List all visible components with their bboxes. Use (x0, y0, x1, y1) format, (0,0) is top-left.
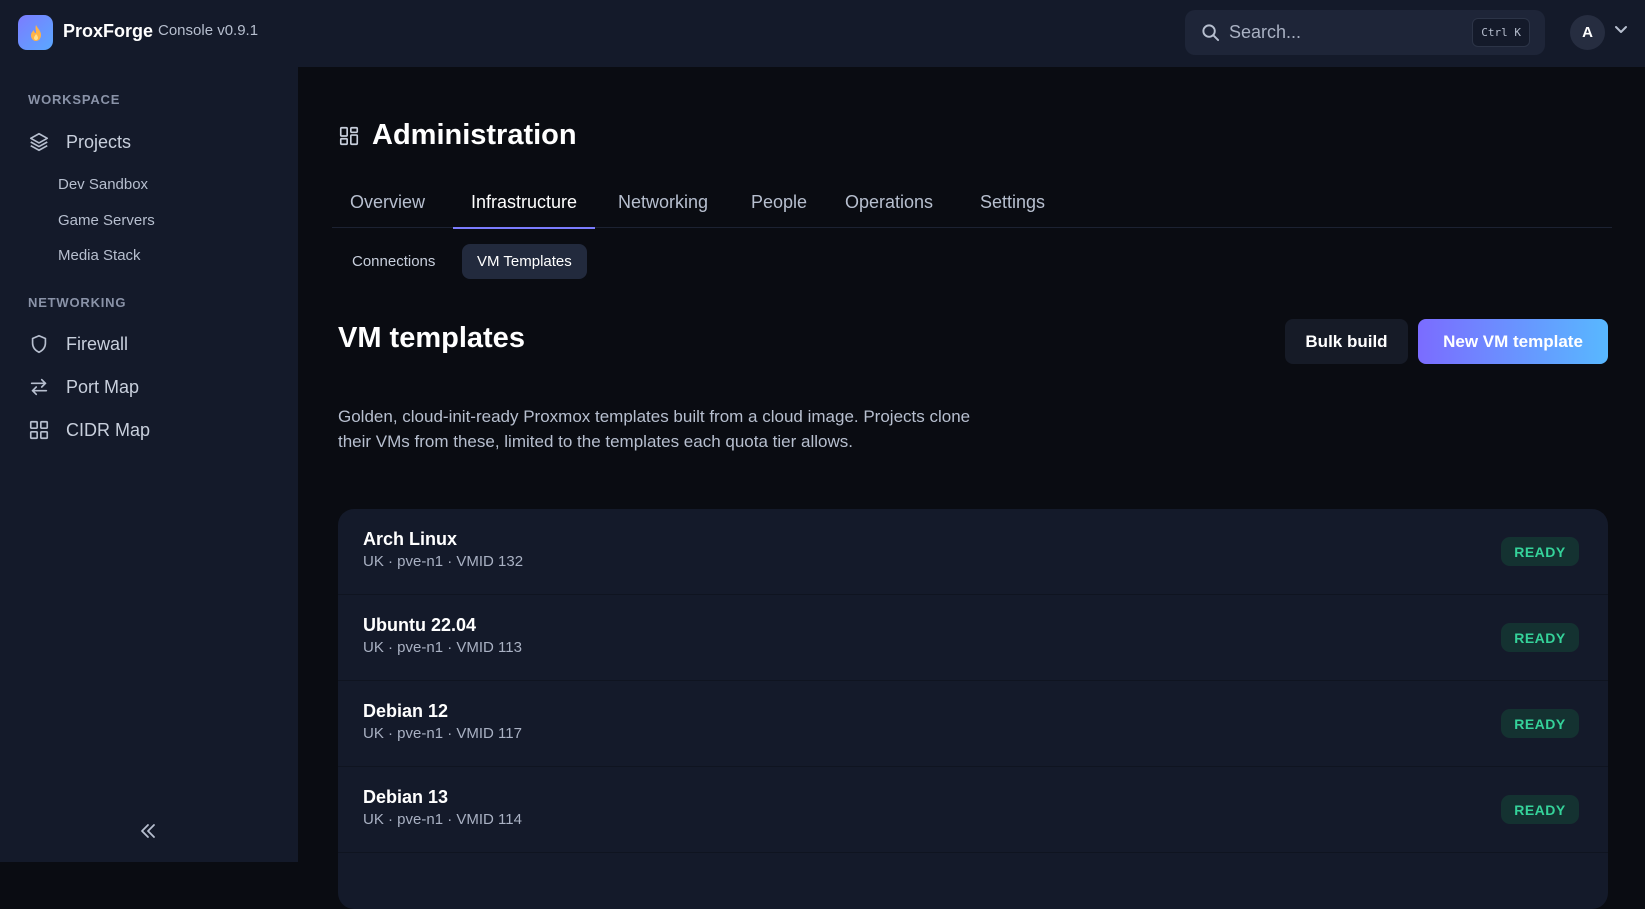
template-list: Arch Linux UK · pve-n1 · VMID 132 READY … (338, 509, 1608, 909)
main-tabs: Overview Infrastructure Networking Peopl… (332, 177, 1612, 229)
main-content: Administration Overview Infrastructure N… (298, 67, 1645, 909)
layers-icon (28, 131, 50, 153)
tab-operations[interactable]: Operations (827, 177, 951, 228)
search-icon (1202, 24, 1220, 42)
dashboard-icon (339, 126, 359, 145)
status-badge: READY (1501, 537, 1579, 566)
template-meta: UK · pve-n1 · VMID 117 (363, 725, 522, 742)
template-name: Debian 13 (363, 787, 449, 807)
sidebar-section-workspace: WORKSPACE (28, 92, 121, 107)
tab-networking[interactable]: Networking (600, 177, 726, 228)
app-name: ProxForge (63, 21, 154, 41)
sidebar-item-label: Projects (66, 131, 132, 152)
sidebar-item-firewall[interactable]: Firewall (28, 329, 128, 359)
sidebar-project-dev-sandbox[interactable]: Dev Sandbox (58, 176, 148, 193)
top-bar: ProxForge Console v0.9.1 Search... Ctrl … (0, 0, 1645, 67)
sidebar-item-port-map[interactable]: Port Map (28, 372, 139, 402)
template-name: Debian 12 (363, 701, 449, 721)
search-box[interactable]: Search... Ctrl K (1185, 10, 1545, 55)
subtab-connections[interactable]: Connections (337, 244, 450, 279)
app-version: Console v0.9.1 (158, 22, 259, 39)
grid-icon (28, 419, 50, 441)
arrows-exchange-icon (28, 376, 50, 398)
template-name: Ubuntu 22.04 (363, 615, 477, 635)
collapse-sidebar-icon[interactable] (136, 819, 160, 843)
list-item[interactable]: Ubuntu 22.04 UK · pve-n1 · VMID 113 READ… (338, 595, 1608, 681)
template-meta: UK · pve-n1 · VMID 113 (363, 639, 522, 656)
template-name: Arch Linux (363, 529, 458, 549)
sidebar-item-label: Firewall (66, 333, 129, 354)
sidebar-item-projects[interactable]: Projects (28, 127, 131, 157)
section-title: VM templates (338, 322, 525, 354)
list-item[interactable]: Debian 12 UK · pve-n1 · VMID 117 READY (338, 681, 1608, 767)
sidebar-project-game-servers[interactable]: Game Servers (58, 212, 155, 229)
page-header: Administration (338, 119, 577, 152)
list-item[interactable]: Debian 13 UK · pve-n1 · VMID 114 READY (338, 767, 1608, 853)
status-badge: READY (1501, 795, 1579, 824)
sidebar-section-networking: NETWORKING (28, 295, 127, 310)
tab-people[interactable]: People (733, 177, 825, 228)
app-logo[interactable] (18, 15, 53, 50)
bulk-build-button[interactable]: Bulk build (1285, 319, 1408, 364)
chevron-down-icon[interactable] (1614, 25, 1628, 35)
search-shortcut-hint: Ctrl K (1472, 18, 1530, 47)
sidebar-item-cidr-map[interactable]: CIDR Map (28, 415, 150, 445)
page-title: Administration (372, 119, 577, 151)
sidebar: WORKSPACE Projects Dev Sandbox Game Serv… (0, 67, 298, 862)
template-meta: UK · pve-n1 · VMID 114 (363, 811, 522, 828)
flame-icon (30, 24, 41, 41)
tab-infrastructure[interactable]: Infrastructure (453, 177, 596, 229)
new-vm-template-button[interactable]: New VM template (1418, 319, 1608, 364)
shield-icon (28, 333, 50, 355)
section-description: Golden, cloud-init-ready Proxmox templat… (338, 407, 971, 451)
tab-settings[interactable]: Settings (962, 177, 1063, 228)
sidebar-project-media-stack[interactable]: Media Stack (58, 247, 141, 264)
status-badge: READY (1501, 709, 1579, 738)
template-meta: UK · pve-n1 · VMID 132 (363, 553, 524, 570)
list-item[interactable]: Arch Linux UK · pve-n1 · VMID 132 READY (338, 509, 1608, 595)
sidebar-item-label: Port Map (66, 376, 140, 397)
tab-overview[interactable]: Overview (332, 177, 443, 228)
avatar[interactable]: A (1570, 15, 1605, 50)
search-input[interactable]: Search... (1229, 22, 1301, 43)
sidebar-item-label: CIDR Map (66, 419, 151, 440)
status-badge: READY (1501, 623, 1579, 652)
subtab-vm-templates[interactable]: VM Templates (462, 244, 587, 279)
